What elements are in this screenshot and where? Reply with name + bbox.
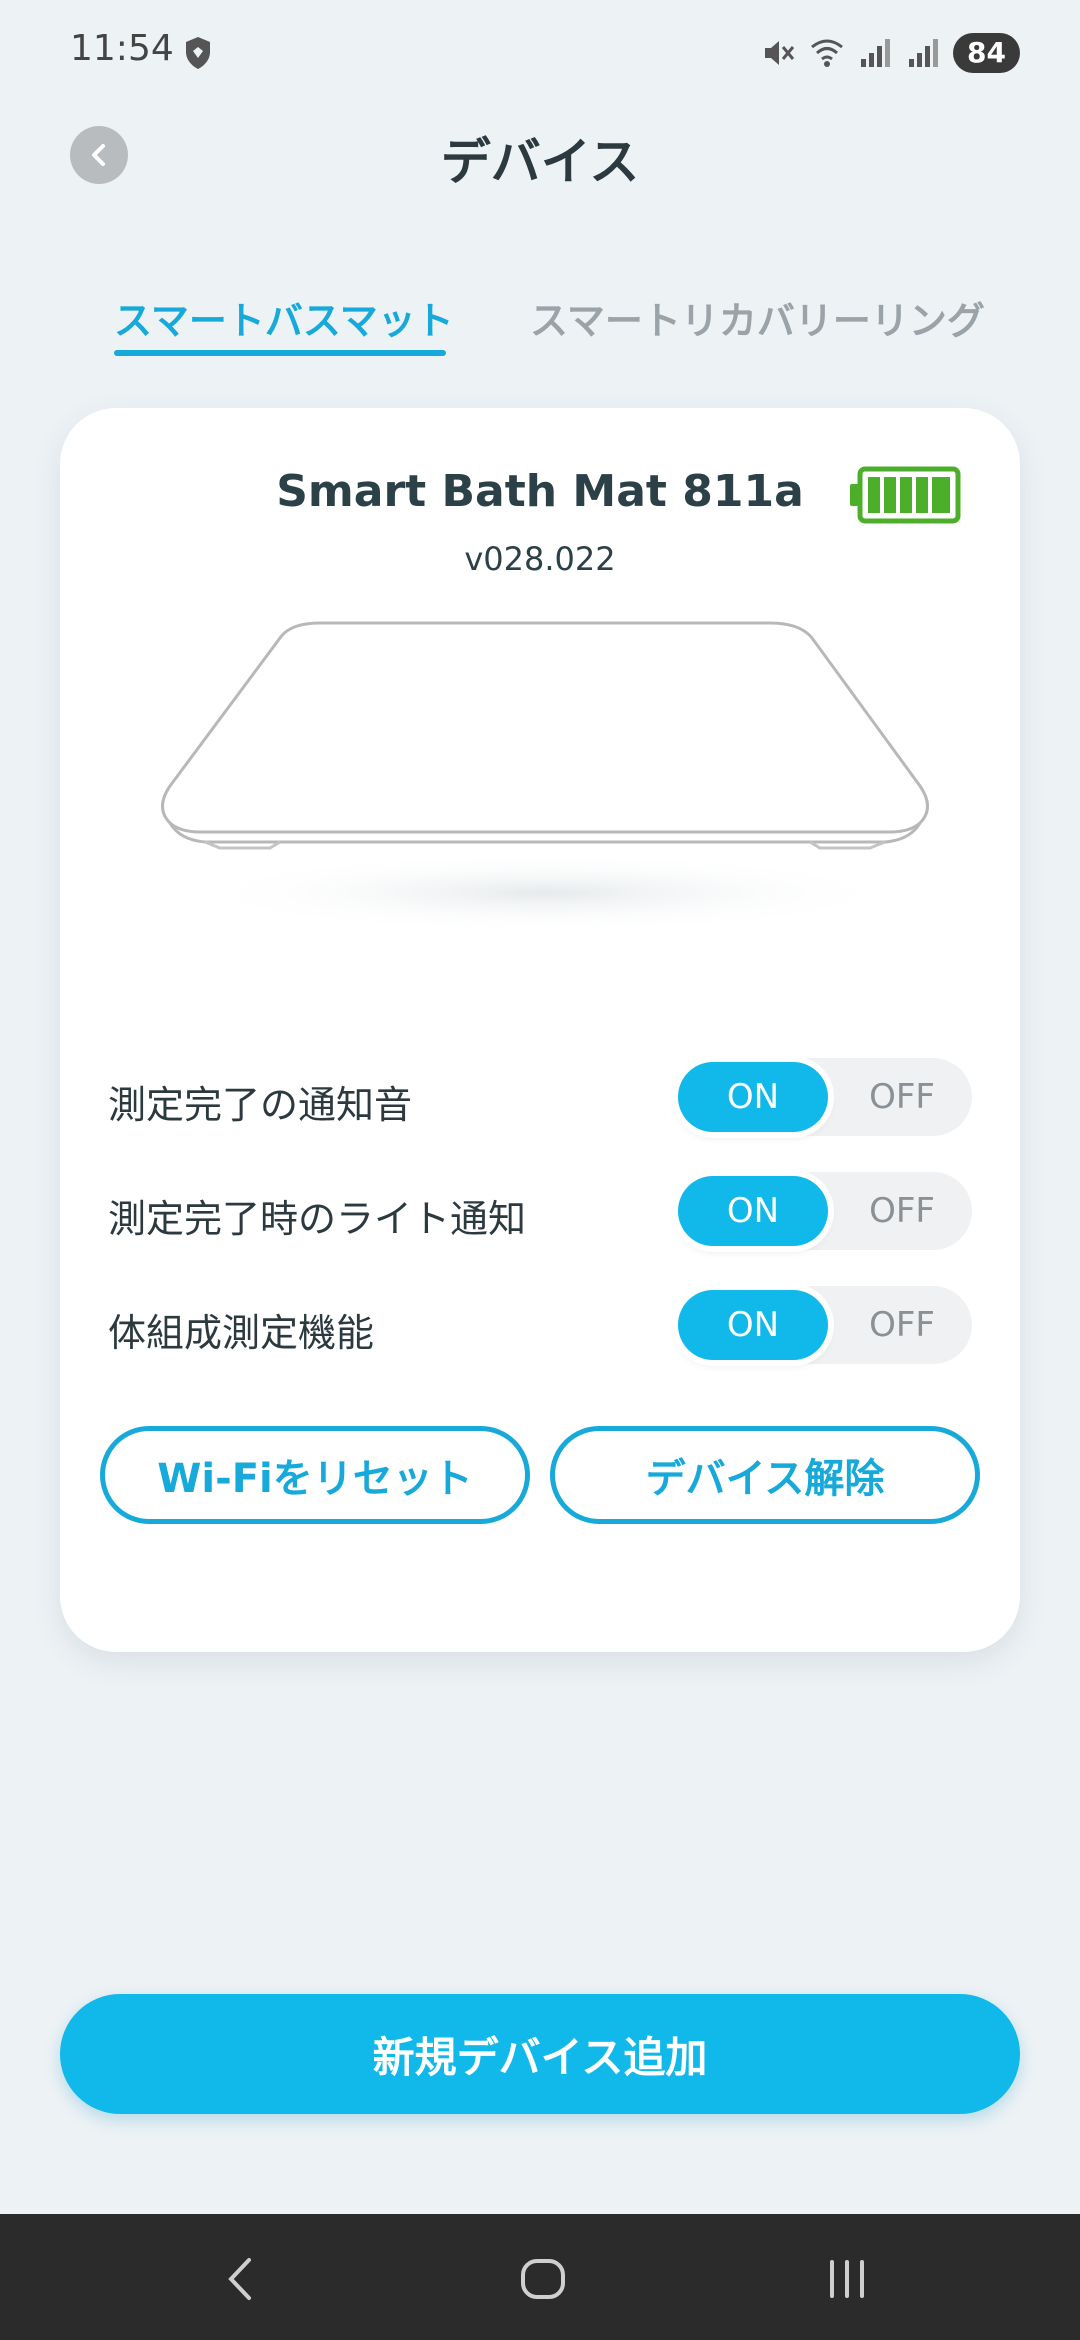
reset-wifi-button[interactable]: Wi-Fiをリセット: [100, 1426, 530, 1524]
add-device-button[interactable]: 新規デバイス追加: [60, 1994, 1020, 2114]
system-nav-bar: [0, 2214, 1080, 2340]
toggle-off-option[interactable]: OFF: [842, 1172, 962, 1250]
setting-row-measure-sound: 測定完了の通知音 ON OFF: [60, 1052, 1020, 1142]
toggle-on-option[interactable]: ON: [678, 1290, 828, 1360]
toggle-off-option[interactable]: OFF: [842, 1058, 962, 1136]
nav-home-icon: [521, 2259, 565, 2299]
wifi-icon: [811, 39, 843, 67]
measure-sound-toggle[interactable]: ON OFF: [672, 1058, 972, 1136]
body-composition-toggle[interactable]: ON OFF: [672, 1286, 972, 1364]
page-title: デバイス: [440, 133, 640, 191]
toggle-off-option[interactable]: OFF: [842, 1286, 962, 1364]
status-bar: 11:54 84: [0, 0, 1080, 104]
setting-label: 測定完了の通知音: [108, 1083, 413, 1127]
battery-icon: [850, 466, 961, 524]
toggle-on-option[interactable]: ON: [678, 1176, 828, 1246]
release-device-button[interactable]: デバイス解除: [550, 1426, 980, 1524]
light-notification-toggle[interactable]: ON OFF: [672, 1172, 972, 1250]
nav-back-button[interactable]: [206, 2244, 276, 2314]
bath-mat-image: [161, 621, 929, 933]
battery-level-badge: 84: [953, 33, 1020, 73]
toggle-on-option[interactable]: ON: [678, 1062, 828, 1132]
signal-icon: [909, 39, 939, 67]
signal-icon: [861, 39, 891, 67]
setting-label: 体組成測定機能: [108, 1311, 375, 1355]
setting-row-body-composition: 体組成測定機能 ON OFF: [60, 1280, 1020, 1370]
device-screen: 11:54 84 デバイス スマートバスマット スマートリカバリーリング Sma…: [0, 0, 1080, 2340]
setting-label: 測定完了時のライト通知: [108, 1197, 527, 1241]
tab-smart-bath-mat[interactable]: スマートバスマット: [114, 290, 454, 345]
tab-active-indicator: [114, 350, 446, 356]
nav-recents-icon: [830, 2260, 864, 2298]
nav-back-icon: [228, 2258, 251, 2300]
nav-home-button[interactable]: [508, 2244, 578, 2314]
status-time: 11:54: [70, 28, 174, 69]
mute-icon: [765, 41, 795, 65]
setting-row-light-notification: 測定完了時のライト通知 ON OFF: [60, 1166, 1020, 1256]
device-card: Smart Bath Mat 811a v028.022 測定完了の通知音 ON…: [60, 408, 1020, 1652]
shield-icon: [186, 37, 210, 69]
tab-smart-recovery-ring[interactable]: スマートリカバリーリング: [530, 290, 985, 345]
firmware-version: v028.022: [464, 540, 616, 578]
status-icons: 84: [761, 28, 1020, 78]
nav-recents-button[interactable]: [812, 2244, 882, 2314]
